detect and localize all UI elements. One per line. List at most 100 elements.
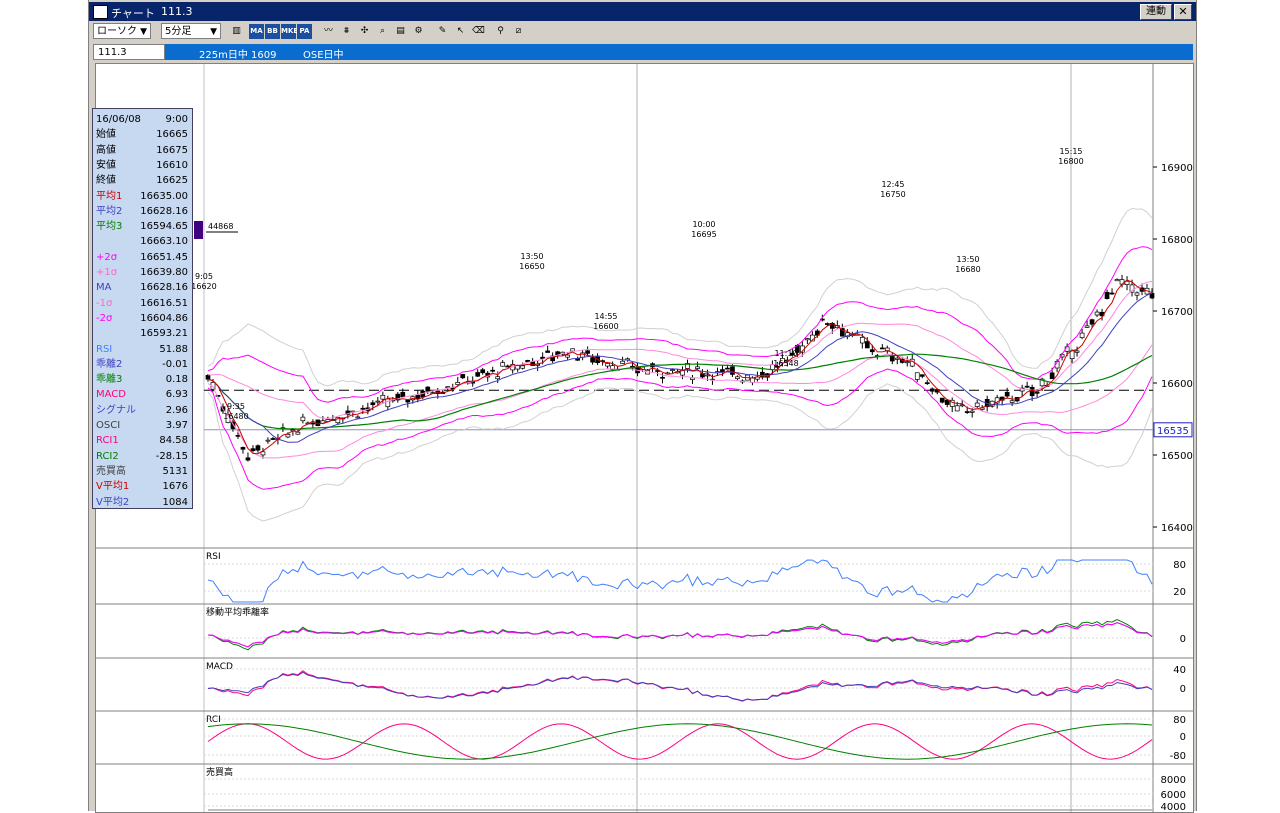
print-icon[interactable]: ▤ bbox=[393, 24, 408, 39]
panel-label: MACD bbox=[96, 389, 126, 401]
candle-body bbox=[405, 399, 411, 403]
candle-body bbox=[1134, 292, 1140, 296]
candle-body bbox=[735, 376, 740, 379]
panel-row: 始値 16665 bbox=[96, 127, 188, 142]
panel-label: 平均3 bbox=[96, 221, 123, 233]
subpanel-tick-label: 8000 bbox=[1161, 775, 1186, 786]
candle-body bbox=[495, 376, 501, 380]
panel-row: 16663.10 bbox=[96, 234, 188, 249]
candle-body bbox=[884, 347, 890, 351]
pen-icon[interactable]: ✎ bbox=[435, 24, 450, 39]
chart-area[interactable]: 16900 16800 16700 16600 16500 16400 16535 44868… bbox=[92, 63, 1194, 813]
panel-value: 16610 bbox=[156, 159, 188, 171]
chart-type-select[interactable]: ローソク ▼ bbox=[93, 23, 151, 39]
panel-row: 乖離2 -0.01 bbox=[96, 357, 188, 372]
panel-row: 売買高 5131 bbox=[96, 464, 188, 479]
indicator-mke-button[interactable]: MKE bbox=[281, 24, 298, 39]
indicator-ma-button[interactable]: MA bbox=[249, 24, 264, 39]
panel-row: 終値 16625 bbox=[96, 173, 188, 188]
panel-value: 16594.65 bbox=[140, 221, 188, 233]
panel-label: RCI1 bbox=[96, 435, 119, 447]
crosshair-icon[interactable]: ✣ bbox=[357, 24, 372, 39]
candle-body bbox=[270, 438, 276, 440]
candle-body bbox=[1034, 391, 1040, 394]
panel-row: +2σ 16651.45 bbox=[96, 250, 188, 265]
panel-value: 51.88 bbox=[159, 343, 188, 355]
candle-body bbox=[894, 357, 900, 360]
panel-value: 6.93 bbox=[165, 389, 188, 401]
candle-body bbox=[1109, 292, 1115, 295]
indicator-line bbox=[207, 559, 1153, 603]
subpanel-tick-label: -80 bbox=[1170, 751, 1186, 762]
zoom-icon[interactable]: ⌕ bbox=[375, 24, 390, 39]
chart-svg[interactable]: 16900 16800 16700 16600 16500 16400 16535 44868… bbox=[96, 64, 1193, 812]
panel-value: 16628.16 bbox=[140, 282, 188, 294]
annotation-time: 13:50 bbox=[956, 255, 979, 264]
toolbar: ローソク ▼ 5分足 ▼ ▥ MA BB MKE PA 〰 ⩩ ✣ ⌕ ▤ ⚙ ✎ ↖ ⌫ ⚲ ⧄ bbox=[89, 22, 1196, 42]
line-icon[interactable]: 〰 bbox=[321, 24, 336, 39]
indicator-pa-button[interactable]: PA bbox=[297, 24, 312, 39]
panel-value: 3.97 bbox=[165, 420, 188, 431]
indicator-line bbox=[207, 670, 1153, 702]
candle-body bbox=[380, 394, 386, 400]
interval-select[interactable]: 5分足 ▼ bbox=[161, 23, 221, 39]
price-tick-label: 16800 bbox=[1161, 235, 1193, 246]
panel-label: 乖離3 bbox=[96, 374, 123, 386]
candle-body bbox=[1004, 391, 1010, 397]
fibonacci-icon[interactable]: ⩩ bbox=[339, 24, 354, 39]
candle-body bbox=[1009, 400, 1015, 403]
link-button[interactable]: 連動 bbox=[1140, 4, 1172, 20]
panel-label: 売買高 bbox=[96, 465, 126, 477]
panel-value: 16639.80 bbox=[140, 267, 188, 278]
candle-body bbox=[824, 323, 830, 325]
info-bar: 111.3 225m日中 1609 OSE日中 bbox=[93, 44, 1193, 61]
candle-body bbox=[500, 362, 506, 367]
indicator-bb-button[interactable]: BB bbox=[265, 24, 280, 39]
trend-icon[interactable]: ⧄ bbox=[511, 24, 526, 39]
panel-label: +2σ bbox=[96, 251, 118, 263]
indicator-line bbox=[207, 723, 1153, 760]
price-tick-label: 16900 bbox=[1161, 163, 1193, 174]
candle-body bbox=[879, 347, 885, 350]
candle-body bbox=[265, 439, 271, 442]
candle-body bbox=[425, 386, 431, 392]
panel-row: 平均2 16628.16 bbox=[96, 204, 188, 219]
annotation-time: 9:35 bbox=[227, 402, 245, 411]
close-icon[interactable]: ✕ bbox=[1174, 4, 1192, 20]
data-panel: 16/06/08 9:00 始値 16665 高値 16675 安値 16610 終値 16625… bbox=[92, 108, 193, 509]
candle-body bbox=[924, 382, 930, 384]
candle-style-icon[interactable]: ▥ bbox=[229, 24, 244, 39]
subpanel-tick-label: 0 bbox=[1180, 684, 1186, 695]
candle-body bbox=[969, 410, 975, 413]
eraser-icon[interactable]: ⌫ bbox=[471, 24, 486, 39]
code-field[interactable]: 111.3 bbox=[93, 44, 165, 60]
panel-value: 5131 bbox=[162, 465, 188, 477]
candle-body bbox=[725, 367, 730, 370]
candle-body bbox=[695, 366, 700, 369]
annotation-price: 16650 bbox=[519, 262, 544, 271]
panel-label: シグナル bbox=[96, 404, 136, 416]
subpanel-tick-label: 0 bbox=[1180, 634, 1186, 645]
panel-row: V平均1 1676 bbox=[96, 479, 188, 494]
panel-label: OSCI bbox=[96, 420, 121, 431]
pointer-icon[interactable]: ↖ bbox=[453, 24, 468, 39]
candle-body bbox=[964, 411, 970, 413]
chart-type-value: ローソク bbox=[97, 26, 137, 37]
candle-body bbox=[310, 422, 316, 425]
candle-body bbox=[720, 369, 725, 373]
candle-body bbox=[480, 369, 486, 374]
panel-row: 平均3 16594.65 bbox=[96, 219, 188, 234]
candle-body bbox=[919, 374, 925, 377]
candle-body bbox=[370, 402, 376, 406]
candle-body bbox=[385, 398, 391, 408]
candle-body bbox=[285, 434, 291, 438]
panel-value: 9:00 bbox=[165, 114, 188, 125]
panel-label: 終値 bbox=[96, 175, 116, 187]
interval-value: 5分足 bbox=[165, 26, 192, 37]
settings-icon[interactable]: ⚙ bbox=[411, 24, 426, 39]
candle-body bbox=[235, 435, 241, 437]
find-icon[interactable]: ⚲ bbox=[493, 24, 508, 39]
annotation-time: 13:50 bbox=[520, 252, 543, 261]
panel-label: -2σ bbox=[96, 312, 113, 324]
candle-body bbox=[1104, 291, 1110, 299]
